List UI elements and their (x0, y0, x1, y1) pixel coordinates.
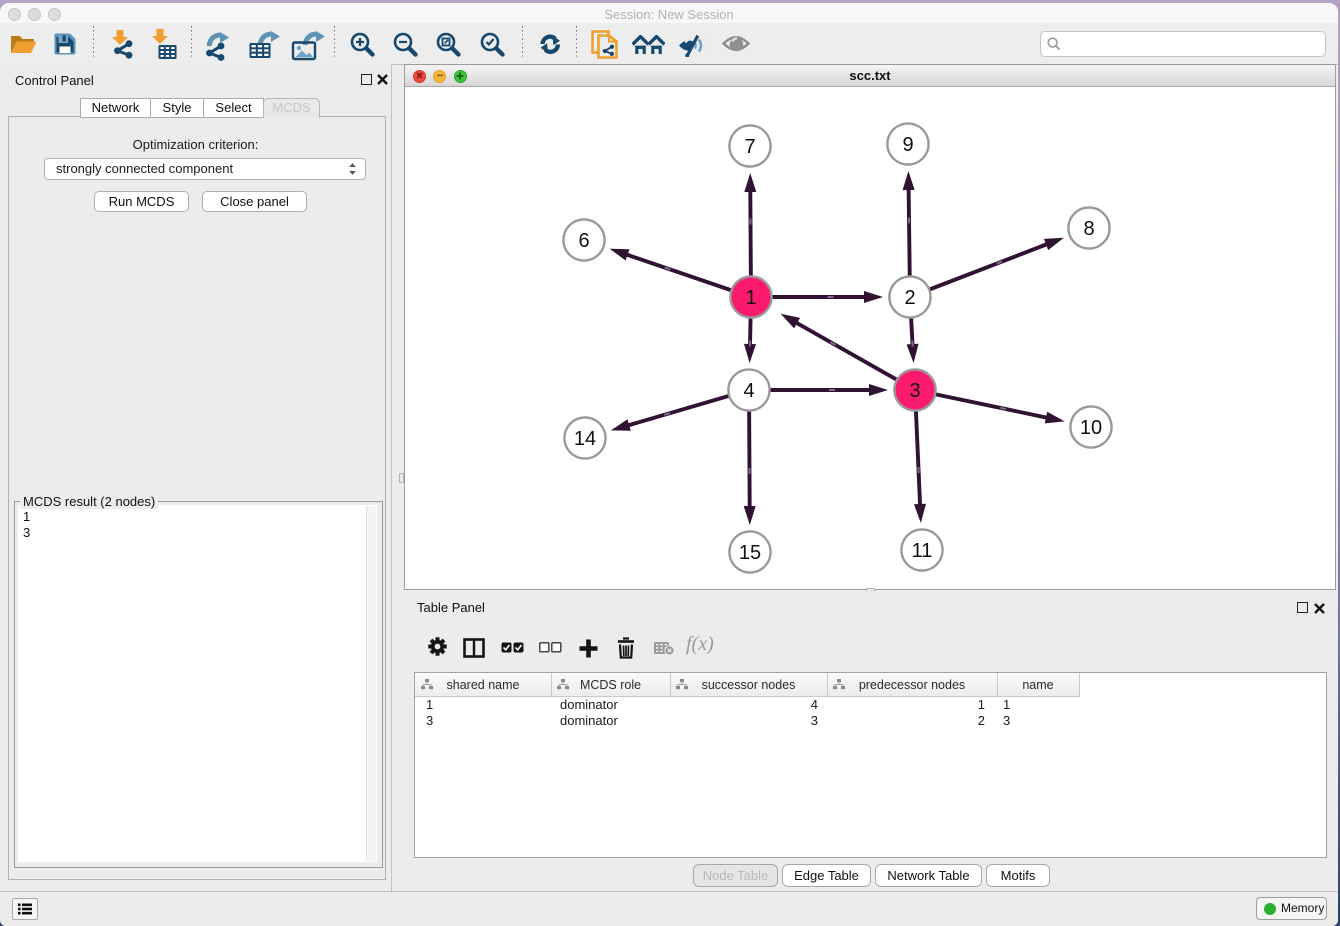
svg-text:14: 14 (574, 428, 596, 450)
svg-text:10: 10 (1080, 417, 1102, 439)
svg-text:8: 8 (1083, 218, 1094, 240)
svg-text:15: 15 (739, 542, 761, 564)
svg-text:6: 6 (578, 230, 589, 252)
svg-text:9: 9 (902, 134, 913, 156)
svg-text:2: 2 (904, 287, 915, 309)
svg-text:7: 7 (744, 136, 755, 158)
svg-text:11: 11 (912, 540, 933, 562)
svg-text:1: 1 (745, 287, 756, 309)
svg-text:3: 3 (909, 380, 920, 402)
svg-text:4: 4 (743, 380, 754, 402)
